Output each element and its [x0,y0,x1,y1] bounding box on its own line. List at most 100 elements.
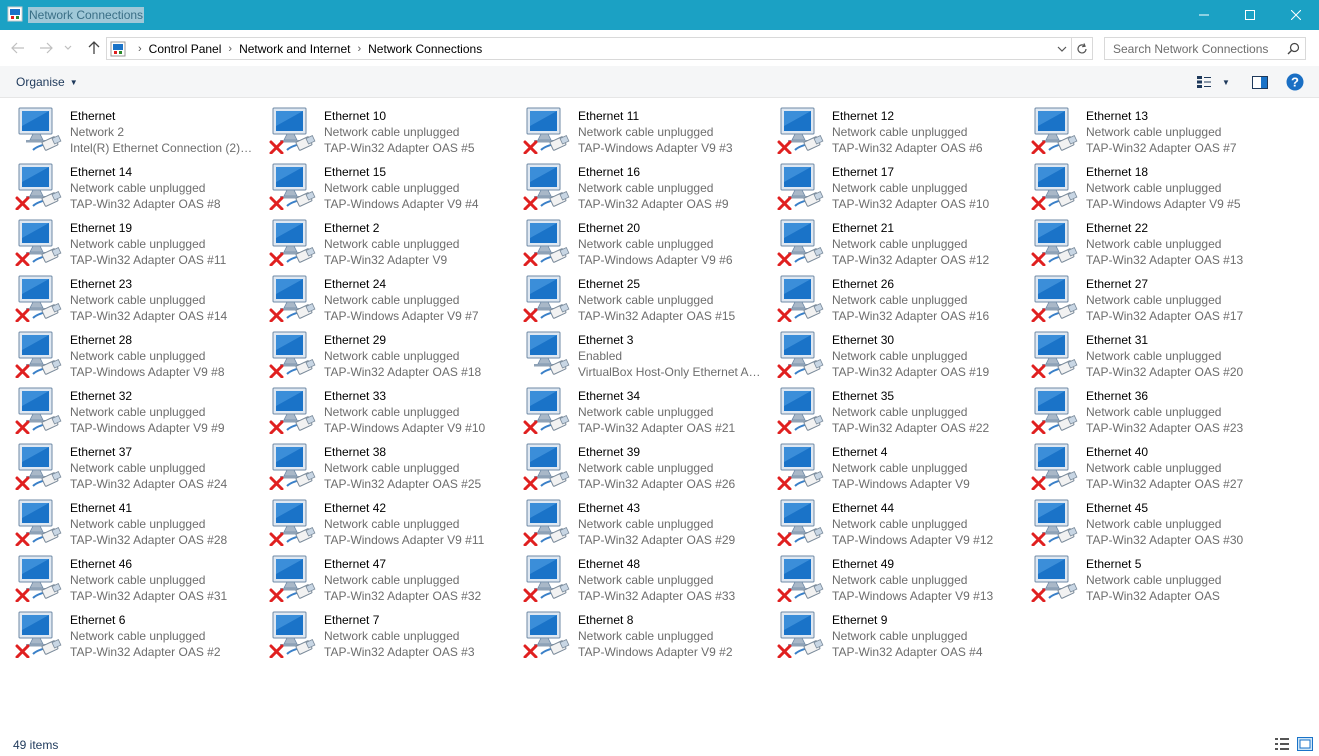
connection-item[interactable]: Ethernet 47 Network cable unplugged TAP-Wi… [254,548,508,604]
connection-item[interactable]: Ethernet 13 Network cable unplugged TAP-Wi… [1016,100,1270,156]
up-button[interactable] [84,38,104,58]
connection-item[interactable]: Ethernet 11 Network cable unplugged TAP-Wi… [508,100,762,156]
connection-item[interactable]: Ethernet 27 Network cable unplugged TAP-Wi… [1016,268,1270,324]
connection-item[interactable]: Ethernet 43 Network cable unplugged TAP-Wi… [508,492,762,548]
unplugged-x-icon [777,364,792,378]
address-bar[interactable]: › Control Panel › Network and Internet ›… [106,37,1072,60]
connection-item[interactable]: Ethernet 37 Network cable unplugged TAP-Wi… [0,436,254,492]
connection-adapter: TAP-Windows Adapter V9 [832,477,970,491]
connection-item[interactable]: Ethernet 25 Network cable unplugged TAP-Wi… [508,268,762,324]
connection-item[interactable]: Ethernet 44 Network cable unplugged TAP-Wi… [762,492,1016,548]
connection-item[interactable]: Ethernet 35 Network cable unplugged TAP-Wi… [762,380,1016,436]
refresh-button[interactable] [1072,37,1093,60]
large-icons-view-icon[interactable] [1297,737,1313,751]
breadcrumb-network-connections[interactable]: Network Connections [368,42,482,56]
recent-locations-button[interactable] [61,38,75,58]
connection-item[interactable]: Ethernet 41 Network cable unplugged TAP-Wi… [0,492,254,548]
connection-item[interactable]: Ethernet 4 Network cable unplugged TAP-Win… [762,436,1016,492]
minimize-button[interactable] [1181,0,1227,30]
breadcrumb-separator-icon[interactable]: › [228,43,232,55]
connection-item[interactable]: Ethernet 28 Network cable unplugged TAP-Wi… [0,324,254,380]
connection-adapter: TAP-Win32 Adapter OAS #5 [324,141,475,155]
help-button[interactable]: ? [1286,73,1304,91]
connection-item[interactable]: Ethernet 23 Network cable unplugged TAP-Wi… [0,268,254,324]
preview-pane-button[interactable] [1251,73,1269,91]
back-button[interactable] [8,38,28,58]
search-box[interactable] [1104,37,1306,60]
connection-item[interactable]: Ethernet 8 Network cable unplugged TAP-Win… [508,604,762,660]
breadcrumb-control-panel[interactable]: Control Panel [149,42,222,56]
breadcrumb-network-and-internet[interactable]: Network and Internet [239,42,350,56]
connection-item[interactable]: Ethernet 32 Network cable unplugged TAP-Wi… [0,380,254,436]
connection-item[interactable]: Ethernet 7 Network cable unplugged TAP-Win… [254,604,508,660]
unplugged-x-icon [523,644,538,658]
connection-item[interactable]: Ethernet 10 Network cable unplugged TAP-Wi… [254,100,508,156]
connection-item[interactable]: Ethernet 3 Enabled VirtualBox Host-Only Et… [508,324,762,380]
unplugged-x-icon [15,420,30,434]
connection-item[interactable]: Ethernet 38 Network cable unplugged TAP-Wi… [254,436,508,492]
connection-item[interactable]: Ethernet 40 Network cable unplugged TAP-Wi… [1016,436,1270,492]
unplugged-x-icon [1031,140,1046,154]
network-adapter-icon [269,443,316,490]
connection-status: Network cable unplugged [1086,573,1222,587]
more-view-options-button[interactable]: ▼ [1220,73,1232,91]
title-bar[interactable]: Network Connections [0,0,1319,30]
network-adapter-icon [777,163,824,210]
connection-item[interactable]: Ethernet 17 Network cable unplugged TAP-Wi… [762,156,1016,212]
breadcrumb-separator-icon[interactable]: › [138,43,142,55]
connection-item[interactable]: Ethernet 31 Network cable unplugged TAP-Wi… [1016,324,1270,380]
connection-item[interactable]: Ethernet 19 Network cable unplugged TAP-Wi… [0,212,254,268]
connection-item[interactable]: Ethernet 49 Network cable unplugged TAP-Wi… [762,548,1016,604]
connection-adapter: TAP-Win32 Adapter OAS #13 [1086,253,1244,267]
network-adapter-icon [523,219,570,266]
connection-adapter: TAP-Windows Adapter V9 #6 [578,253,733,267]
connection-item[interactable]: Ethernet 18 Network cable unplugged TAP-Wi… [1016,156,1270,212]
caret-down-icon: ▼ [1222,77,1230,87]
network-connections-icon[interactable] [7,6,23,22]
maximize-button[interactable] [1227,0,1273,30]
connection-item[interactable]: Ethernet 9 Network cable unplugged TAP-Win… [762,604,1016,660]
connection-item[interactable]: Ethernet 14 Network cable unplugged TAP-Wi… [0,156,254,212]
connection-item[interactable]: Ethernet 29 Network cable unplugged TAP-Wi… [254,324,508,380]
network-adapter-icon [523,387,570,434]
connection-item[interactable]: Ethernet 2 Network cable unplugged TAP-Win… [254,212,508,268]
connection-item[interactable]: Ethernet 30 Network cable unplugged TAP-Wi… [762,324,1016,380]
connection-item[interactable]: Ethernet 24 Network cable unplugged TAP-Wi… [254,268,508,324]
connection-item[interactable]: Ethernet 34 Network cable unplugged TAP-Wi… [508,380,762,436]
connection-item[interactable]: Ethernet 39 Network cable unplugged TAP-Wi… [508,436,762,492]
connection-item[interactable]: Ethernet 22 Network cable unplugged TAP-Wi… [1016,212,1270,268]
search-icon[interactable] [1287,42,1300,55]
change-view-button[interactable] [1196,73,1212,91]
connection-name: Ethernet 38 [324,445,387,459]
connection-text: Ethernet 37 Network cable unplugged TAP-Wi… [70,444,254,492]
connection-name: Ethernet 31 [1086,333,1149,347]
connection-item[interactable]: Ethernet 21 Network cable unplugged TAP-Wi… [762,212,1016,268]
unplugged-x-icon [269,644,284,658]
details-view-icon[interactable] [1274,737,1290,751]
connection-item[interactable]: Ethernet 48 Network cable unplugged TAP-Wi… [508,548,762,604]
connection-item[interactable]: Ethernet 45 Network cable unplugged TAP-Wi… [1016,492,1270,548]
connection-item[interactable]: Ethernet 36 Network cable unplugged TAP-Wi… [1016,380,1270,436]
connection-item[interactable]: Ethernet 26 Network cable unplugged TAP-Wi… [762,268,1016,324]
connection-item[interactable]: Ethernet 15 Network cable unplugged TAP-Wi… [254,156,508,212]
search-input[interactable] [1105,38,1285,59]
connection-item[interactable]: Ethernet 16 Network cable unplugged TAP-Wi… [508,156,762,212]
connection-item[interactable]: Ethernet 5 Network cable unplugged TAP-Win… [1016,548,1270,604]
address-history-chevron-icon[interactable] [1056,43,1068,55]
connection-text: Ethernet 18 Network cable unplugged TAP-Wi… [1086,164,1270,212]
connection-name: Ethernet 8 [578,613,634,627]
connection-text: Ethernet 31 Network cable unplugged TAP-Wi… [1086,332,1270,380]
connection-item[interactable]: Ethernet Network 2 Intel(R) Ethernet Conne… [0,100,254,156]
breadcrumb-separator-icon[interactable]: › [357,43,361,55]
organise-menu-button[interactable]: Organise ▼ [10,73,84,91]
connection-item[interactable]: Ethernet 6 Network cable unplugged TAP-Win… [0,604,254,660]
connection-item[interactable]: Ethernet 42 Network cable unplugged TAP-Wi… [254,492,508,548]
close-button[interactable] [1273,0,1319,30]
connection-adapter: TAP-Win32 Adapter OAS #17 [1086,309,1244,323]
connection-item[interactable]: Ethernet 20 Network cable unplugged TAP-Wi… [508,212,762,268]
connection-item[interactable]: Ethernet 33 Network cable unplugged TAP-Wi… [254,380,508,436]
forward-button[interactable] [36,38,56,58]
connection-item[interactable]: Ethernet 12 Network cable unplugged TAP-Wi… [762,100,1016,156]
connection-text: Ethernet 8 Network cable unplugged TAP-Win… [578,612,762,660]
connection-item[interactable]: Ethernet 46 Network cable unplugged TAP-Wi… [0,548,254,604]
